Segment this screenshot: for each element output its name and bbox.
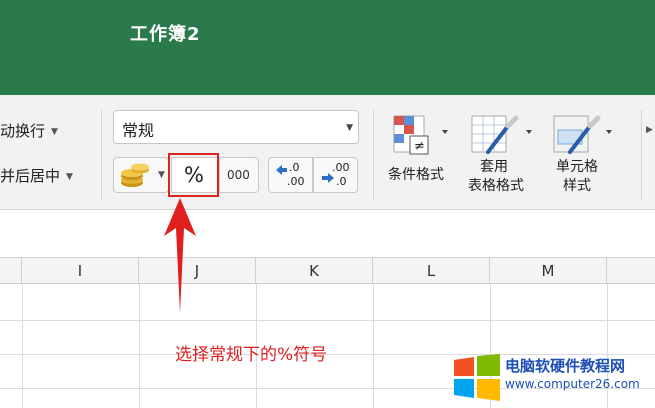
grid-line [22, 284, 23, 408]
watermark-name: 电脑软硬件教程网 [505, 357, 626, 375]
chevron-down-icon[interactable]: ▼ [51, 127, 58, 137]
cell-styles-label-1: 单元格 [556, 159, 598, 175]
highlight-box [168, 153, 219, 197]
comma-style-button[interactable]: 000 [219, 157, 259, 193]
column-header-k[interactable]: K [256, 258, 373, 284]
number-format-value: 常规 [122, 121, 155, 140]
ribbon-divider [373, 110, 374, 200]
formula-bar[interactable] [0, 210, 655, 258]
column-header-l[interactable]: L [373, 258, 490, 284]
conditional-formatting-label: 条件格式 [388, 167, 444, 183]
chevron-down-icon[interactable]: ▼ [158, 170, 165, 180]
grid-line [139, 284, 140, 408]
cell-styles-button[interactable]: 单元格 样式 [548, 112, 628, 208]
window-title: 工作簿2 [130, 24, 201, 45]
ribbon-divider [101, 110, 102, 200]
chevron-right-icon[interactable]: ▶ [646, 125, 653, 135]
coins-icon [121, 163, 149, 187]
wrap-text-button[interactable]: 动换行 ▼ [0, 120, 58, 141]
chevron-down-icon[interactable]: ▼ [346, 123, 353, 133]
annotation-text: 选择常规下的%符号 [175, 345, 328, 365]
accounting-format-button[interactable]: ▼ [113, 157, 169, 193]
column-header-i[interactable]: I [22, 258, 139, 284]
format-as-table-label-1: 套用 [480, 159, 508, 175]
watermark-url: www.computer26.com [505, 377, 640, 391]
format-as-table-label-2: 表格格式 [468, 178, 524, 194]
increase-decimal-bottom: .00 [287, 175, 305, 188]
merge-center-label: 并后居中 [0, 167, 61, 185]
chevron-down-icon[interactable]: ▼ [66, 172, 73, 182]
conditional-formatting-button[interactable]: ≠ 条件格式 [384, 112, 462, 208]
arrow-up-icon [164, 198, 196, 313]
grid-line [0, 320, 655, 321]
increase-decimal-top: .0 [289, 161, 300, 174]
windows-logo-icon [454, 354, 500, 401]
cell-styles-label-2: 样式 [563, 178, 591, 194]
ribbon-divider [641, 110, 642, 200]
title-bar: 工作簿2 [0, 0, 655, 95]
column-header-stub [0, 258, 22, 284]
decrease-decimal-bottom: .0 [336, 175, 347, 188]
svg-text:≠: ≠ [414, 139, 425, 154]
merge-center-button[interactable]: 并后居中 ▼ [0, 165, 73, 186]
decrease-decimal-button[interactable]: .00 .0 [313, 157, 358, 193]
cell-styles-icon [553, 115, 612, 154]
comma-label: 000 [227, 168, 250, 182]
number-format-select[interactable]: 常规 ▼ [113, 110, 359, 144]
column-header-m[interactable]: M [490, 258, 607, 284]
grid-line [373, 284, 374, 408]
format-as-table-button[interactable]: 套用 表格格式 [466, 112, 544, 208]
conditional-formatting-icon: ≠ [393, 115, 448, 155]
increase-decimal-button[interactable]: .0 .00 [268, 157, 313, 193]
column-header-next[interactable] [607, 258, 655, 284]
format-as-table-icon [471, 115, 532, 154]
wrap-text-label: 动换行 [0, 122, 46, 140]
